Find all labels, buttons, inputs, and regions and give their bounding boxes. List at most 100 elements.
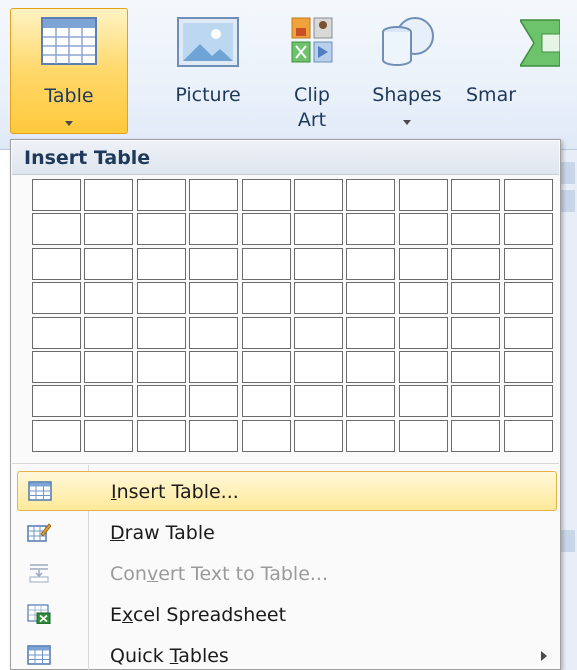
grid-cell[interactable] (137, 179, 186, 211)
grid-cell[interactable] (504, 179, 553, 211)
grid-cell[interactable] (84, 213, 133, 245)
grid-cell[interactable] (294, 317, 343, 349)
quick-tables-menu-item[interactable]: Quick Tables (17, 636, 557, 670)
grid-cell[interactable] (346, 282, 395, 314)
grid-cell[interactable] (294, 282, 343, 314)
grid-cell[interactable] (189, 420, 238, 452)
grid-cell[interactable] (504, 385, 553, 417)
grid-cell[interactable] (84, 385, 133, 417)
grid-cell[interactable] (399, 420, 448, 452)
excel-spreadsheet-label: Excel Spreadsheet (110, 604, 287, 626)
draw-table-menu-item[interactable]: Draw Table (17, 513, 557, 553)
grid-cell[interactable] (189, 317, 238, 349)
grid-cell[interactable] (346, 179, 395, 211)
excel-spreadsheet-menu-item[interactable]: Excel Spreadsheet (17, 595, 557, 635)
grid-cell[interactable] (451, 248, 500, 280)
grid-cell[interactable] (294, 179, 343, 211)
grid-cell[interactable] (504, 317, 553, 349)
grid-cell[interactable] (346, 248, 395, 280)
grid-cell[interactable] (137, 282, 186, 314)
grid-cell[interactable] (399, 317, 448, 349)
grid-cell[interactable] (137, 385, 186, 417)
grid-cell[interactable] (399, 385, 448, 417)
grid-cell[interactable] (399, 213, 448, 245)
grid-cell[interactable] (399, 351, 448, 383)
grid-cell[interactable] (84, 248, 133, 280)
grid-cell[interactable] (294, 248, 343, 280)
insert-table-menu-item[interactable]: Insert Table... (17, 471, 557, 511)
grid-cell[interactable] (189, 351, 238, 383)
grid-cell[interactable] (84, 420, 133, 452)
grid-cell[interactable] (242, 213, 291, 245)
grid-cell[interactable] (189, 282, 238, 314)
grid-cell[interactable] (242, 179, 291, 211)
grid-cell[interactable] (504, 351, 553, 383)
grid-cell[interactable] (399, 179, 448, 211)
grid-cell[interactable] (32, 317, 81, 349)
grid-cell[interactable] (294, 420, 343, 452)
grid-cell[interactable] (451, 317, 500, 349)
grid-cell[interactable] (32, 385, 81, 417)
grid-cell[interactable] (294, 351, 343, 383)
grid-cell[interactable] (242, 317, 291, 349)
grid-cell[interactable] (504, 420, 553, 452)
grid-cell[interactable] (84, 317, 133, 349)
grid-cell[interactable] (137, 351, 186, 383)
grid-cell[interactable] (137, 420, 186, 452)
grid-cell[interactable] (346, 351, 395, 383)
shapes-button[interactable]: Shapes (363, 8, 451, 134)
clip-art-button[interactable]: Clip Art (280, 8, 344, 148)
table-button[interactable]: Table (10, 8, 128, 134)
grid-cell[interactable] (189, 385, 238, 417)
insert-table-label: Insert Table... (111, 481, 239, 503)
grid-cell[interactable] (32, 282, 81, 314)
grid-cell[interactable] (294, 385, 343, 417)
grid-cell[interactable] (137, 248, 186, 280)
grid-cell[interactable] (451, 179, 500, 211)
grid-cell[interactable] (451, 282, 500, 314)
grid-cell[interactable] (504, 248, 553, 280)
grid-cell[interactable] (32, 420, 81, 452)
grid-cell[interactable] (504, 282, 553, 314)
grid-cell[interactable] (399, 248, 448, 280)
smartart-icon (520, 19, 560, 67)
grid-cell[interactable] (451, 385, 500, 417)
grid-cell[interactable] (399, 282, 448, 314)
grid-cell[interactable] (84, 179, 133, 211)
grid-cell[interactable] (84, 282, 133, 314)
grid-cell[interactable] (346, 420, 395, 452)
chevron-right-icon (541, 651, 547, 661)
picture-icon (177, 17, 239, 67)
grid-cell[interactable] (32, 213, 81, 245)
grid-cell[interactable] (32, 179, 81, 211)
table-icon (41, 17, 97, 65)
grid-cell[interactable] (451, 213, 500, 245)
grid-cell[interactable] (504, 213, 553, 245)
insert-table-menu: Insert Table Insert Table... Draw Table (10, 139, 561, 670)
grid-cell[interactable] (137, 317, 186, 349)
grid-cell[interactable] (189, 179, 238, 211)
grid-cell[interactable] (84, 351, 133, 383)
picture-button[interactable]: Picture (158, 8, 258, 134)
grid-cell[interactable] (242, 420, 291, 452)
grid-cell[interactable] (242, 282, 291, 314)
grid-cell[interactable] (242, 385, 291, 417)
insert-table-icon (28, 481, 52, 501)
grid-cell[interactable] (189, 248, 238, 280)
grid-cell[interactable] (32, 351, 81, 383)
convert-text-to-table-menu-item[interactable]: Convert Text to Table... (17, 554, 557, 594)
convert-text-to-table-label: Convert Text to Table... (110, 563, 329, 585)
grid-cell[interactable] (242, 248, 291, 280)
grid-cell[interactable] (242, 351, 291, 383)
smartart-button[interactable]: Smar (454, 8, 577, 134)
grid-cell[interactable] (451, 351, 500, 383)
grid-cell[interactable] (451, 420, 500, 452)
grid-cell[interactable] (137, 213, 186, 245)
picture-button-label: Picture (175, 84, 241, 106)
grid-cell[interactable] (346, 385, 395, 417)
grid-cell[interactable] (346, 317, 395, 349)
grid-cell[interactable] (189, 213, 238, 245)
grid-cell[interactable] (294, 213, 343, 245)
grid-cell[interactable] (32, 248, 81, 280)
grid-cell[interactable] (346, 213, 395, 245)
